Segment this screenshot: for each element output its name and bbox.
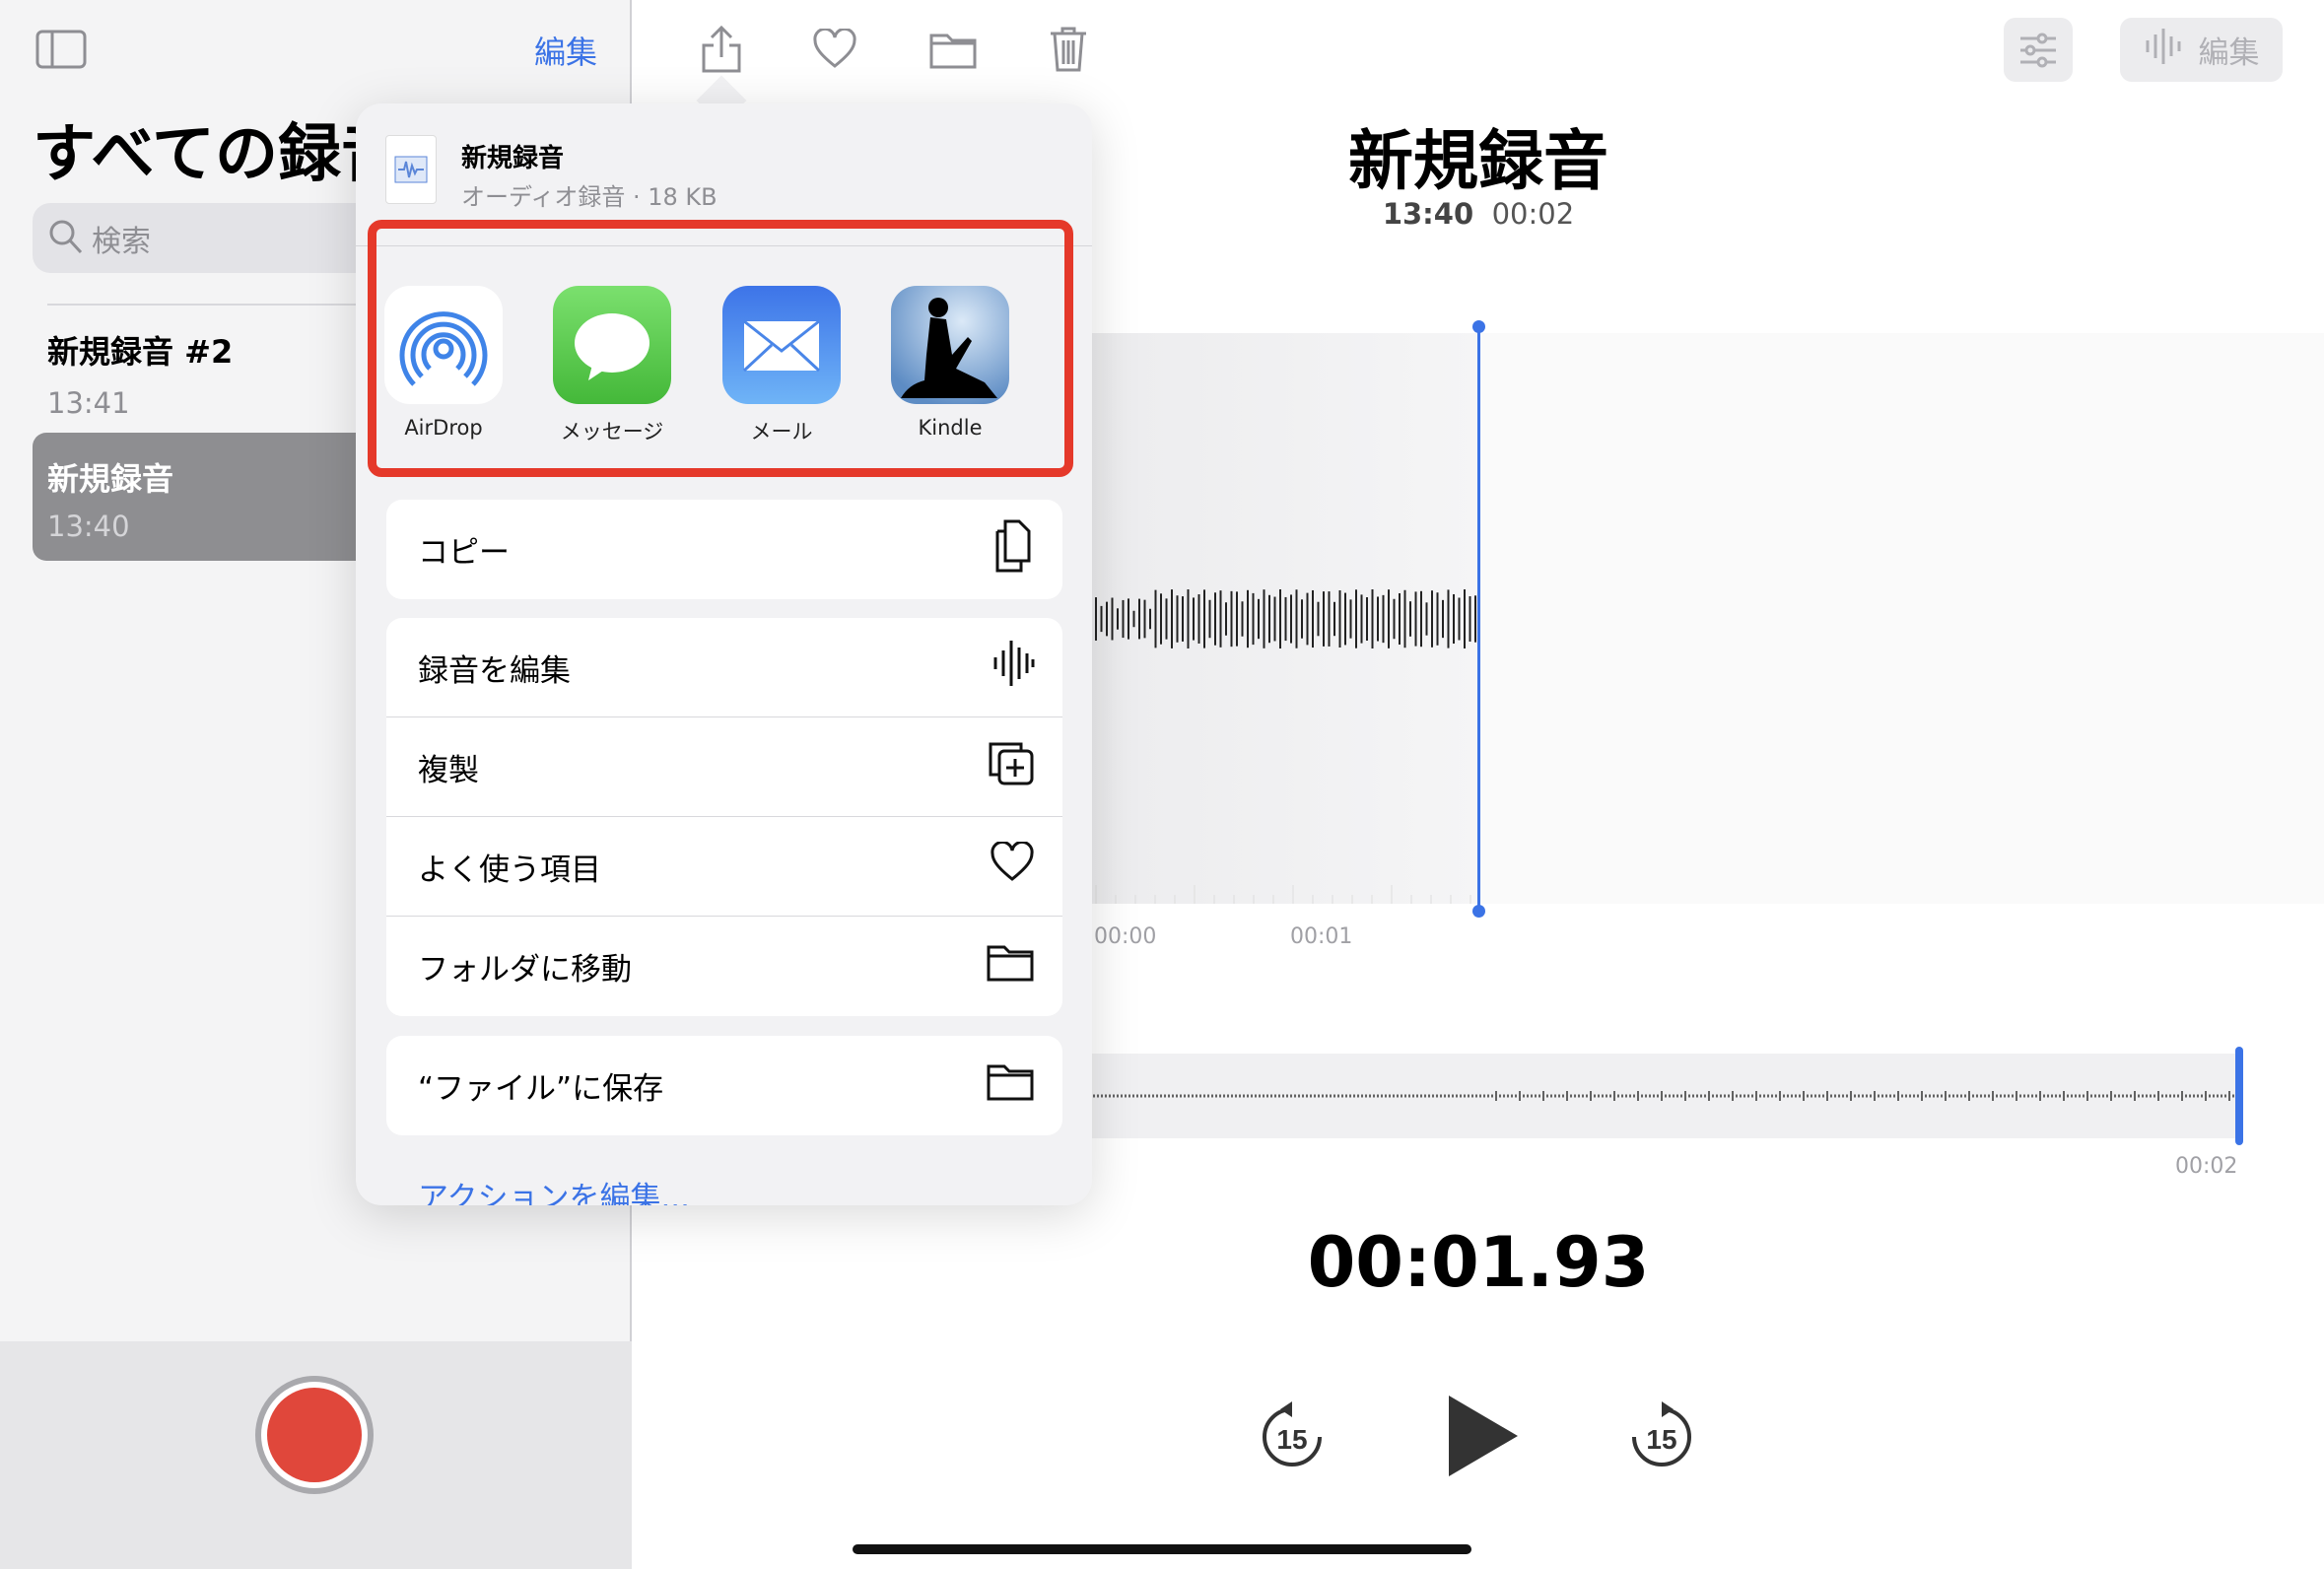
search-icon <box>48 219 84 264</box>
action-favorite[interactable]: よく使う項目 <box>386 817 1062 917</box>
sidebar-edit-button[interactable]: 編集 <box>534 28 597 73</box>
duplicate-icon <box>988 739 1035 794</box>
action-duplicate[interactable]: 複製 <box>386 717 1062 817</box>
audio-file-icon <box>385 135 437 204</box>
copy-icon <box>991 519 1035 580</box>
waveform-area[interactable] <box>1092 333 2324 904</box>
highlight-box <box>368 220 1073 477</box>
action-edit-recording[interactable]: 録音を編集 <box>386 618 1062 717</box>
svg-text:15: 15 <box>1646 1424 1676 1455</box>
record-button[interactable] <box>255 1376 374 1494</box>
action-copy[interactable]: コピー <box>386 500 1062 599</box>
folder-icon <box>986 1062 1035 1110</box>
sidebar-toggle-icon[interactable] <box>34 22 89 77</box>
waveform-icon <box>991 639 1035 696</box>
current-time: 00:01.93 <box>1307 1222 1650 1303</box>
recording-title: 新規録音 <box>1348 123 1608 199</box>
waveform-icon <box>2144 27 2183 74</box>
action-group-files: “ファイル”に保存 <box>386 1036 1062 1135</box>
overview-end-time: 00:02 <box>2175 1154 2238 1179</box>
folder-icon[interactable] <box>925 22 981 77</box>
share-icon[interactable] <box>694 22 749 77</box>
action-save-to-files[interactable]: “ファイル”に保存 <box>386 1036 1062 1135</box>
trash-icon[interactable] <box>1041 22 1096 77</box>
skip-forward-15-button[interactable]: 15 <box>1627 1399 1696 1470</box>
action-group-copy: コピー <box>386 500 1062 599</box>
action-group-main: 録音を編集 複製 よく使う項目 フォルダに移動 <box>386 618 1062 1016</box>
recording-time: 13:40 <box>1382 197 1474 231</box>
time-tick: 00:00 <box>1094 924 1157 949</box>
sliders-icon[interactable] <box>2004 18 2073 82</box>
recording-item[interactable]: 新規録音 #2 13:41 <box>47 327 233 420</box>
overview-scrubber[interactable] <box>1092 1054 2241 1138</box>
playhead-bottom-handle[interactable] <box>1472 905 1485 918</box>
file-name: 新規録音 <box>461 144 565 173</box>
folder-icon <box>986 943 1035 990</box>
play-button[interactable] <box>1443 1394 1522 1478</box>
recording-duration: 00:02 <box>1491 197 1575 231</box>
home-indicator <box>853 1544 1471 1554</box>
file-info: オーディオ録音 · 18 KB <box>461 183 718 211</box>
heart-icon[interactable] <box>807 22 862 77</box>
heart-icon <box>990 840 1035 891</box>
svg-text:15: 15 <box>1276 1424 1307 1455</box>
playhead-top-handle[interactable] <box>1472 320 1485 333</box>
edit-recording-button[interactable]: 編集 <box>2120 18 2283 82</box>
edit-actions-link[interactable]: アクションを編集... <box>418 1173 690 1205</box>
time-tick: 00:01 <box>1290 924 1353 949</box>
overview-handle[interactable] <box>2235 1047 2243 1145</box>
action-move-to-folder[interactable]: フォルダに移動 <box>386 917 1062 1016</box>
skip-back-15-button[interactable]: 15 <box>1258 1399 1327 1470</box>
playhead[interactable] <box>1477 326 1480 912</box>
sidebar-title: すべての録音 <box>33 118 404 191</box>
